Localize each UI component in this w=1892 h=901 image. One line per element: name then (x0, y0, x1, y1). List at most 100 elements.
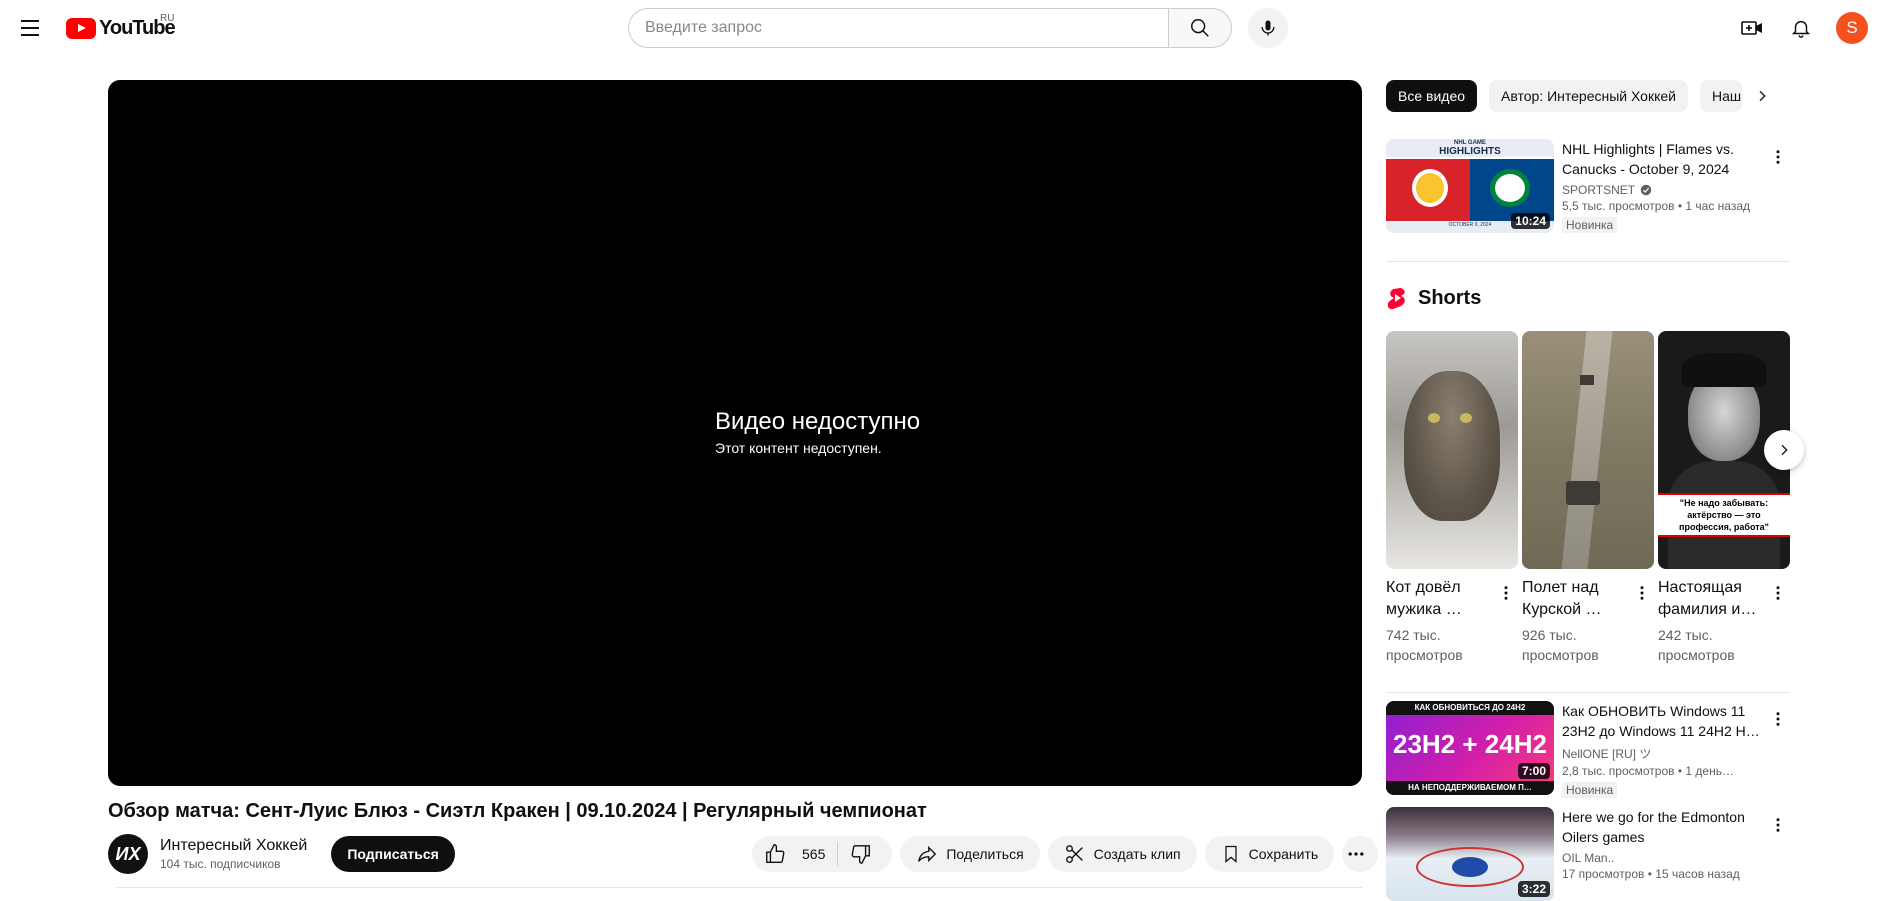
search-icon (1191, 19, 1209, 37)
save-button[interactable]: Сохранить (1204, 836, 1335, 872)
chip-all-videos[interactable]: Все видео (1386, 80, 1478, 112)
search-button[interactable] (1168, 8, 1232, 48)
short-views: 242 тыс. просмотров (1658, 627, 1735, 663)
share-button[interactable]: Поделиться (900, 836, 1040, 872)
short-title[interactable]: Полет над Курской … (1522, 577, 1630, 621)
short-menu-button[interactable] (1766, 581, 1790, 605)
related-video: 3:22 Here we go for the Edmonton Oilers … (1386, 807, 1790, 901)
thumbnail-text: HIGHLIGHTS (1439, 146, 1501, 157)
more-vertical-icon (1640, 586, 1644, 600)
video-duration: 10:24 (1511, 213, 1550, 229)
video-stats: 17 просмотров • 15 часов назад (1562, 867, 1740, 881)
video-duration: 7:00 (1517, 763, 1550, 779)
create-button[interactable] (1732, 8, 1772, 48)
notifications-button[interactable] (1781, 8, 1821, 48)
video-channel-name: NellONE [RU] ツ (1562, 747, 1652, 761)
video-stats: 2,8 тыс. просмотров • 1 день… (1562, 764, 1734, 778)
video-title-link[interactable]: Here we go for the Edmonton Oilers games (1562, 807, 1762, 847)
share-label: Поделиться (946, 846, 1024, 862)
youtube-play-icon (66, 17, 96, 39)
player-error-message: Видео недоступно Этот контент недоступен… (715, 408, 920, 456)
more-vertical-icon (1776, 712, 1780, 726)
shorts-header: Shorts (1386, 284, 1481, 312)
more-vertical-icon (1776, 150, 1780, 164)
shorts-next-button[interactable] (1764, 430, 1804, 470)
channel-name[interactable]: Интересный Хоккей (160, 837, 307, 855)
video-menu-button[interactable] (1766, 807, 1790, 843)
short-menu-button[interactable] (1630, 581, 1654, 605)
short-item: "Не надо забывать: актёрство — это профе… (1658, 331, 1790, 665)
create-clip-button[interactable]: Создать клип (1047, 836, 1197, 872)
short-thumbnail[interactable] (1522, 331, 1654, 569)
section-separator (1386, 692, 1790, 693)
subscribe-button[interactable]: Подписаться (331, 836, 455, 872)
shorts-icon (1387, 288, 1405, 310)
video-channel[interactable]: SPORTSNET (1562, 183, 1762, 197)
thumbnail-top-text: КАК ОБНОВИТЬСЯ ДО 24H2 (1386, 701, 1554, 715)
search-input[interactable] (628, 8, 1168, 48)
account-avatar[interactable]: S (1836, 12, 1868, 44)
video-meta: Как ОБНОВИТЬ Windows 11 23H2 до Windows … (1562, 701, 1762, 799)
video-menu-button[interactable] (1766, 701, 1790, 737)
like-button[interactable]: 565 (752, 836, 837, 872)
error-title: Видео недоступно (715, 408, 921, 435)
video-title-link[interactable]: NHL Highlights | Flames vs. Canucks - Oc… (1562, 139, 1762, 179)
video-thumbnail[interactable]: КАК ОБНОВИТЬСЯ ДО 24H2 23H2 + 24H2 НА НЕ… (1386, 701, 1554, 795)
filter-chips: Все видео Автор: Интересный Хоккей Наш (1386, 80, 1806, 112)
video-player[interactable]: Видео недоступно Этот контент недоступен… (108, 80, 1362, 786)
more-vertical-icon (1504, 586, 1508, 600)
chevron-right-icon (1781, 444, 1788, 456)
more-actions-button[interactable] (1342, 836, 1379, 872)
more-vertical-icon (1776, 586, 1780, 600)
scissors-icon (1065, 845, 1083, 863)
related-video: КАК ОБНОВИТЬСЯ ДО 24H2 23H2 + 24H2 НА НЕ… (1386, 701, 1790, 799)
short-title[interactable]: Настоящая фамилия и… (1658, 577, 1766, 621)
create-clip-label: Создать клип (1093, 846, 1181, 862)
video-channel-name: SPORTSNET (1562, 183, 1636, 197)
short-caption: "Не надо забывать: актёрство — это профе… (1658, 493, 1790, 537)
menu-button[interactable] (14, 12, 46, 44)
video-duration: 3:22 (1517, 881, 1550, 897)
chips-next-button[interactable] (1746, 80, 1778, 112)
share-icon (918, 845, 937, 863)
video-title: Обзор матча: Сент-Луис Блюз - Сиэтл Крак… (108, 800, 927, 822)
like-dislike-group: 565 (752, 836, 893, 872)
video-channel[interactable]: NellONE [RU] ツ (1562, 745, 1762, 762)
video-channel-name: OIL Man.. (1562, 851, 1615, 865)
bell-icon (1791, 20, 1811, 38)
video-actions: 565 Поделиться Создать клип Сохранить (752, 836, 1386, 872)
create-video-icon (1741, 21, 1762, 35)
youtube-logo[interactable]: YouTube RU (66, 13, 176, 40)
thumbs-up-icon (766, 844, 785, 863)
channel-info: Интересный Хоккей 104 тыс. подписчиков (160, 837, 307, 871)
video-meta: NHL Highlights | Flames vs. Canucks - Oc… (1562, 139, 1762, 234)
flames-logo-icon (1412, 169, 1448, 207)
chip-partial[interactable]: Наш (1699, 80, 1742, 112)
shorts-title: Shorts (1418, 286, 1482, 309)
video-thumbnail[interactable]: 3:22 (1386, 807, 1554, 901)
video-menu-button[interactable] (1766, 139, 1790, 175)
thumbnail-text: 23H2 + 24H2 (1393, 729, 1547, 759)
chip-author[interactable]: Автор: Интересный Хоккей (1489, 80, 1688, 112)
bookmark-icon (1225, 845, 1237, 863)
channel-avatar[interactable]: ИХ (108, 834, 148, 874)
video-stats: 5,5 тыс. просмотров • 1 час назад (1562, 199, 1751, 213)
like-count: 565 (802, 846, 826, 862)
dislike-button[interactable] (838, 836, 892, 872)
more-vertical-icon (1776, 818, 1780, 832)
subscriber-count: 104 тыс. подписчиков (160, 857, 281, 871)
masthead: YouTube RU S (0, 0, 1892, 56)
thumbnail-bottom-text: НА НЕПОДДЕРЖИВАЕМОМ П… (1386, 781, 1554, 795)
top-right-controls: S (1732, 8, 1892, 48)
voice-search-button[interactable] (1248, 8, 1288, 48)
search-bar (628, 8, 1288, 48)
short-menu-button[interactable] (1494, 581, 1518, 605)
cat-image (1404, 371, 1500, 521)
short-views: 742 тыс. просмотров (1386, 627, 1463, 663)
video-thumbnail[interactable]: NHL GAME HIGHLIGHTS OCTOBER 9, 2024 10:2… (1386, 139, 1554, 233)
video-title-link[interactable]: Как ОБНОВИТЬ Windows 11 23H2 до Windows … (1562, 701, 1762, 741)
video-channel[interactable]: OIL Man.. (1562, 851, 1762, 865)
short-title[interactable]: Кот довёл мужика … (1386, 577, 1494, 621)
short-thumbnail[interactable] (1386, 331, 1518, 569)
short-item: Полет над Курской … 926 тыс. просмотров (1522, 331, 1654, 665)
